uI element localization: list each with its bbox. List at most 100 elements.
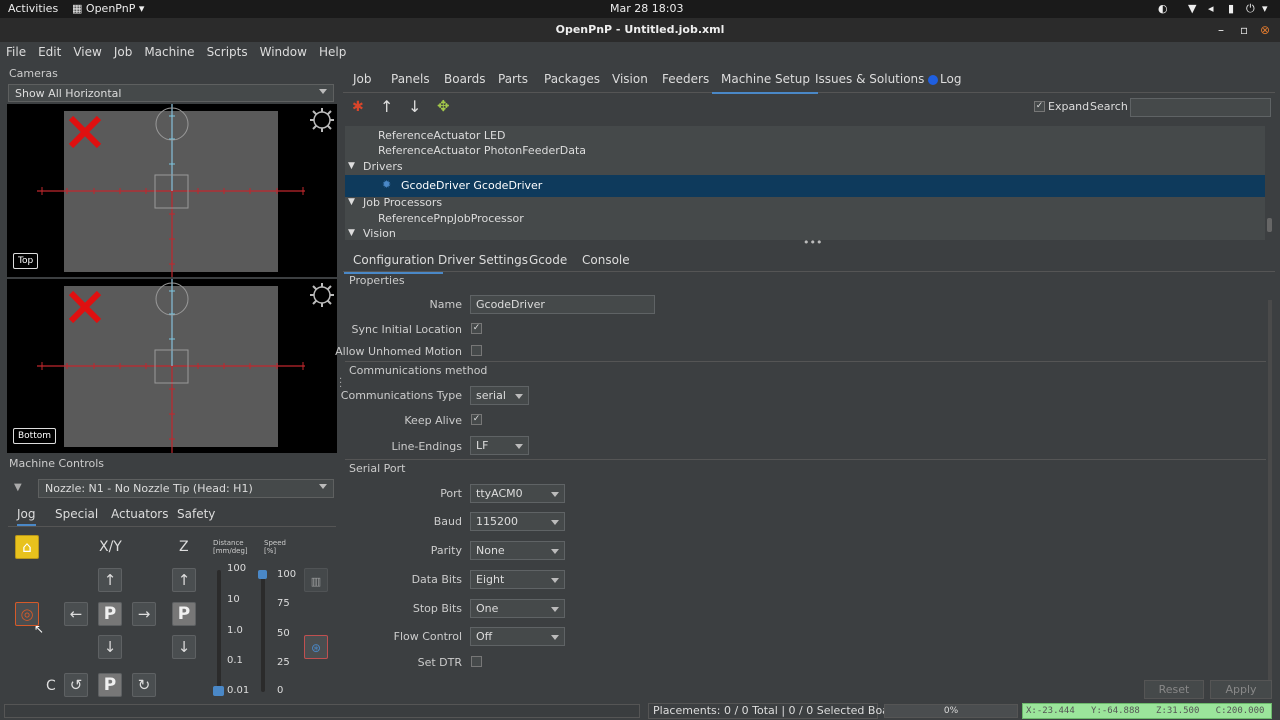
sync-initial-location-checkbox[interactable]: ✓	[471, 323, 482, 334]
tab-console[interactable]: Console	[582, 253, 630, 267]
menu-edit[interactable]: Edit	[32, 42, 67, 59]
tab-safety[interactable]: Safety	[177, 507, 215, 521]
tree-row[interactable]: ▼ Job Processors	[345, 196, 1265, 212]
search-input[interactable]	[1130, 98, 1271, 117]
minimize-icon[interactable]: –	[1218, 18, 1224, 42]
tab-log[interactable]: Log	[940, 72, 961, 86]
system-menu-chevron-icon[interactable]: ▾	[1262, 2, 1268, 15]
splitter-grip-icon[interactable]: •••	[803, 236, 822, 249]
clock[interactable]: Mar 28 18:03	[610, 2, 683, 15]
tab-special[interactable]: Special	[55, 507, 98, 521]
allow-unhomed-motion-checkbox[interactable]	[471, 345, 482, 356]
parity-value: None	[476, 544, 505, 557]
tree-scrollbar[interactable]	[1267, 218, 1272, 232]
network-icon[interactable]: ◐	[1158, 2, 1168, 15]
battery-icon[interactable]: ▮	[1228, 2, 1234, 15]
park-xy-button[interactable]: P	[98, 602, 122, 626]
tab-gcode[interactable]: Gcode	[529, 253, 567, 267]
baud-select[interactable]: 115200	[470, 512, 565, 531]
tab-configuration[interactable]: Configuration	[344, 253, 444, 274]
tree-row-label: Job Processors	[363, 196, 443, 209]
park-c-button[interactable]: P	[98, 673, 122, 697]
tree-row[interactable]: ▼ Drivers	[345, 160, 1265, 176]
expanded-triangle-icon[interactable]: ▼	[348, 197, 355, 207]
home-button[interactable]: ⌂	[15, 535, 39, 559]
jog-y-minus-button[interactable]: ↓	[98, 635, 122, 659]
jog-x-plus-button[interactable]: →	[132, 602, 156, 626]
chevron-down-icon	[551, 578, 559, 583]
tab-jog[interactable]: Jog	[17, 507, 36, 526]
close-icon[interactable]: ⊗	[1260, 18, 1270, 42]
app-menu[interactable]: ▦ OpenPnP ▾	[72, 2, 144, 15]
menu-help[interactable]: Help	[313, 42, 352, 59]
rotate-ccw-icon: ↺	[69, 676, 83, 694]
expanded-triangle-icon[interactable]: ▼	[348, 161, 355, 171]
set-dtr-checkbox[interactable]	[471, 656, 482, 667]
status-message	[4, 704, 640, 718]
navigate-icon[interactable]: ✥	[437, 97, 450, 115]
tab-vision[interactable]: Vision	[612, 72, 648, 86]
tab-issues-solutions[interactable]: Issues & Solutions	[815, 72, 939, 86]
jog-x-minus-button[interactable]: ←	[64, 602, 88, 626]
menu-file[interactable]: File	[0, 42, 32, 59]
tab-feeders[interactable]: Feeders	[662, 72, 709, 86]
tab-packages[interactable]: Packages	[544, 72, 600, 86]
menu-scripts[interactable]: Scripts	[201, 42, 254, 59]
jog-y-plus-button[interactable]: ↑	[98, 568, 122, 592]
maximize-icon[interactable]: ▫	[1240, 18, 1248, 42]
line-endings-label: Line-Endings	[391, 440, 462, 453]
volume-icon[interactable]: ◂	[1208, 2, 1214, 15]
communications-type-select[interactable]: serial	[470, 386, 529, 405]
tab-actuators[interactable]: Actuators	[111, 507, 169, 521]
machine-setup-tree: ReferenceActuator LED ReferenceActuator …	[345, 126, 1265, 240]
collapse-triangle-icon[interactable]: ▼	[14, 482, 22, 493]
tree-row[interactable]: ReferenceActuator PhotonFeederData	[345, 144, 1265, 160]
parity-select[interactable]: None	[470, 541, 565, 560]
distance-slider-thumb[interactable]	[213, 686, 224, 696]
tree-row-selected[interactable]: ✹ GcodeDriver GcodeDriver	[345, 175, 1265, 197]
expand-checkbox[interactable]: ✓	[1034, 101, 1045, 112]
line-endings-select[interactable]: LF	[470, 436, 529, 455]
top-camera-view[interactable]: Top	[7, 104, 337, 277]
chevron-down-icon	[515, 444, 523, 449]
tab-boards[interactable]: Boards	[444, 72, 486, 86]
data-bits-select[interactable]: Eight	[470, 570, 565, 589]
rotate-ccw-button[interactable]: ↺	[64, 673, 88, 697]
tab-driver-settings[interactable]: Driver Settings	[438, 253, 528, 267]
camera-view-select[interactable]: Show All Horizontal	[8, 84, 334, 102]
activities-button[interactable]: Activities	[8, 2, 58, 15]
jog-z-plus-button[interactable]: ↑	[172, 568, 196, 592]
tab-job[interactable]: Job	[353, 72, 372, 86]
wifi-icon[interactable]: ▼	[1188, 2, 1196, 15]
form-scrollbar[interactable]	[1268, 300, 1272, 680]
distance-tick: 100	[227, 563, 247, 574]
jog-z-minus-button[interactable]: ↓	[172, 635, 196, 659]
window-title: OpenPnP - Untitled.job.xml	[555, 23, 725, 36]
park-z-button[interactable]: P	[172, 602, 196, 626]
menu-view[interactable]: View	[67, 42, 107, 59]
tab-machine-setup[interactable]: Machine Setup	[712, 72, 818, 94]
menu-machine[interactable]: Machine	[138, 42, 200, 59]
port-select[interactable]: ttyACM0	[470, 484, 565, 503]
stop-bits-select[interactable]: One	[470, 599, 565, 618]
tree-row[interactable]: ReferencePnpJobProcessor	[345, 212, 1265, 228]
flow-control-select[interactable]: Off	[470, 627, 565, 646]
rotate-cw-button[interactable]: ↻	[132, 673, 156, 697]
move-down-icon[interactable]: ↓	[408, 97, 421, 116]
move-up-icon[interactable]: ↑	[380, 97, 393, 116]
tab-panels[interactable]: Panels	[391, 72, 430, 86]
apply-button[interactable]: Apply	[1210, 680, 1272, 699]
expanded-triangle-icon[interactable]: ▼	[348, 228, 355, 238]
camera-settings-gear-icon[interactable]	[308, 106, 336, 134]
delete-icon[interactable]: ✱	[352, 99, 364, 115]
keep-alive-checkbox[interactable]: ✓	[471, 414, 482, 425]
tab-parts[interactable]: Parts	[498, 72, 528, 86]
reset-button[interactable]: Reset	[1144, 680, 1204, 699]
tree-row[interactable]: ReferenceActuator LED	[345, 129, 1265, 145]
distance-slider-track[interactable]	[217, 570, 221, 692]
name-field[interactable]: GcodeDriver	[470, 295, 655, 314]
bottom-camera-label: Bottom	[13, 428, 57, 444]
power-icon[interactable]: ⏻	[1246, 2, 1255, 16]
menu-job[interactable]: Job	[108, 42, 139, 59]
menu-window[interactable]: Window	[254, 42, 313, 59]
